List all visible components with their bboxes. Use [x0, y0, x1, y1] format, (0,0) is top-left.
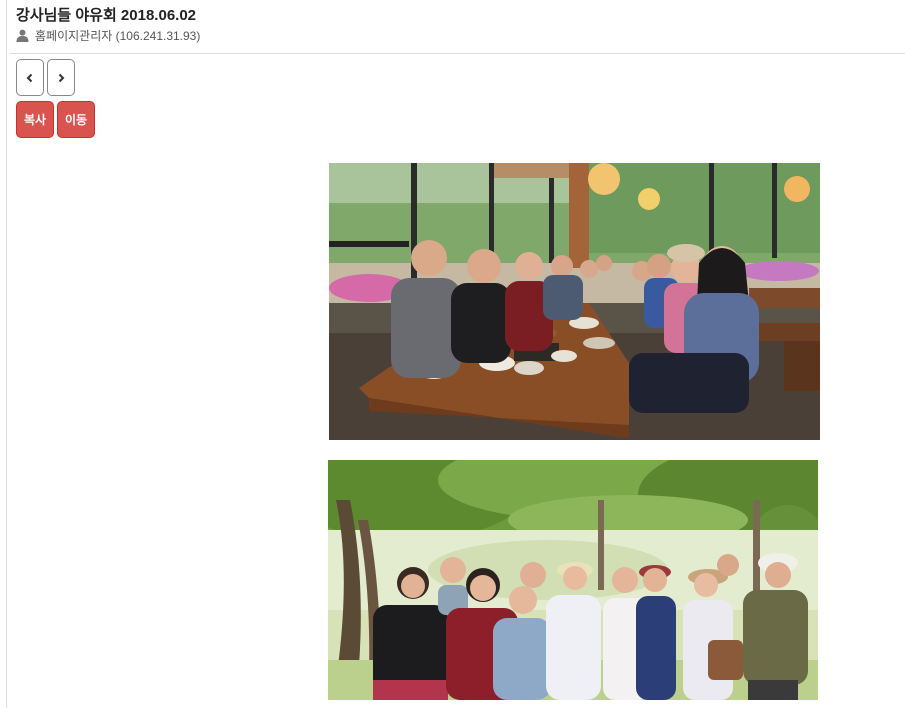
post-photo-group	[328, 460, 818, 700]
post-author: 홈페이지관리자 (106.241.31.93)	[35, 29, 201, 43]
post-title: 강사님들 야유회 2018.06.02	[16, 7, 197, 24]
chevron-right-icon	[57, 73, 65, 83]
header-divider	[10, 53, 905, 54]
user-icon	[16, 29, 29, 42]
post-photo-lunch	[329, 163, 820, 440]
chevron-left-icon	[26, 73, 34, 83]
post-meta: 홈페이지관리자 (106.241.31.93)	[16, 27, 200, 44]
prev-post-button[interactable]	[16, 59, 44, 96]
move-button[interactable]: 이동	[57, 101, 95, 138]
next-post-button[interactable]	[47, 59, 75, 96]
copy-button[interactable]: 복사	[16, 101, 54, 138]
left-border	[6, 0, 7, 708]
